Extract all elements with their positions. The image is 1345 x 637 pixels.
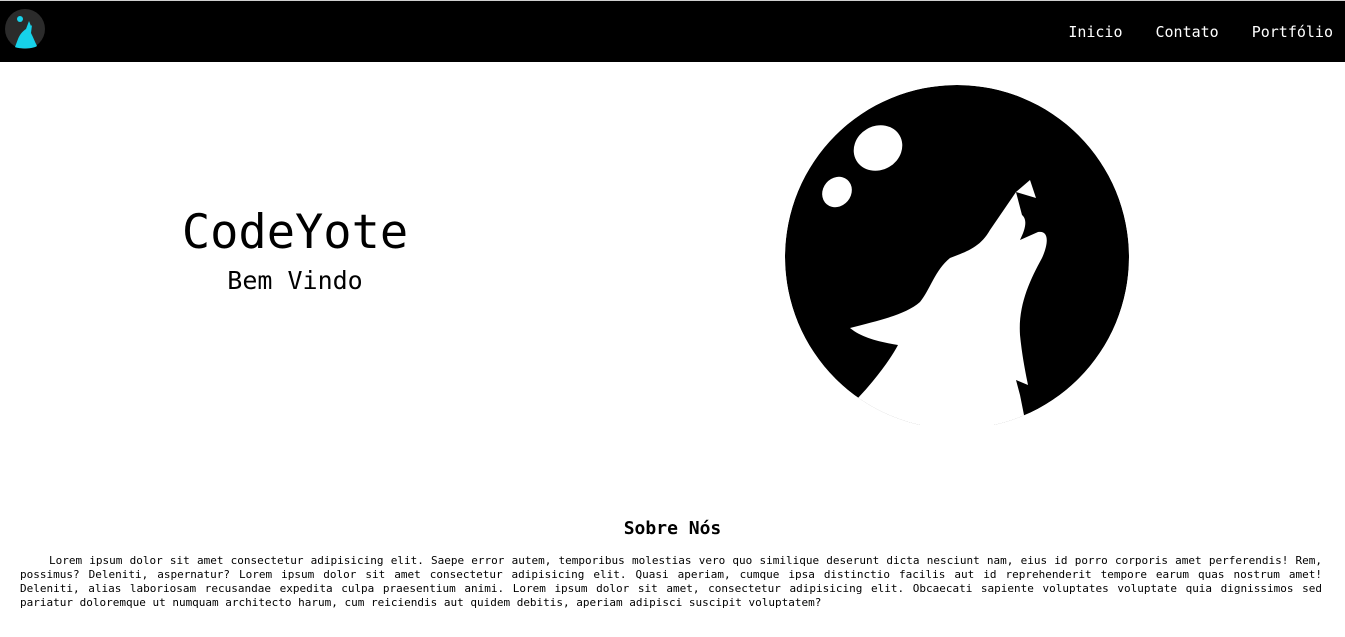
hero-title: CodeYote [181, 205, 409, 260]
howling-wolf-moon-icon [780, 85, 1129, 425]
nav-link-contato[interactable]: Contato [1156, 23, 1219, 41]
hero-subtitle: Bem Vindo [227, 266, 363, 295]
nav-link-portfolio[interactable]: Portfólio [1252, 23, 1333, 41]
howling-wolf-moon-logo-icon[interactable] [5, 9, 45, 49]
main-nav: Inicio Contato Portfólio [1068, 1, 1345, 63]
nav-link-inicio[interactable]: Inicio [1068, 23, 1122, 41]
about-title: Sobre Nós [623, 518, 722, 539]
navbar: Inicio Contato Portfólio [0, 0, 1345, 62]
about-text: Lorem ipsum dolor sit amet consectetur a… [20, 554, 1322, 609]
